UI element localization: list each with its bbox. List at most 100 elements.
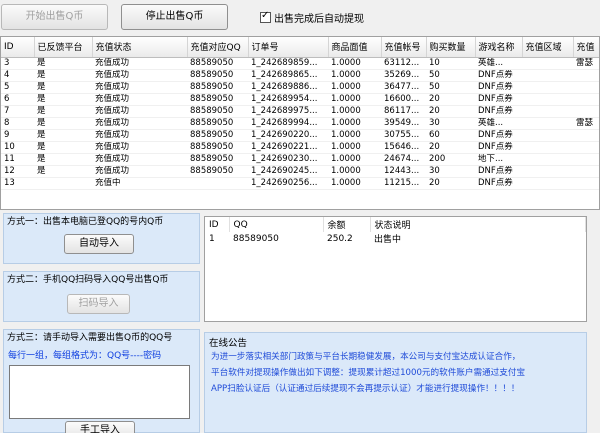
table-cell <box>573 69 599 82</box>
orders-column-header[interactable]: 购买数量 <box>426 37 476 58</box>
table-cell <box>522 129 573 142</box>
orders-column-header[interactable]: 充值帐号 <box>381 37 427 58</box>
table-cell: 1.0000 <box>328 117 381 130</box>
table-row[interactable]: 4 是充值成功 88589050 1_242689865... 1.0000 35269.… <box>1 69 599 82</box>
table-row[interactable]: 13 充值中 1_242690256... 1.0000 11215... 20 DNF点券 <box>1 177 599 190</box>
scan-import-button[interactable]: 扫码导入 <box>67 294 130 314</box>
table-row[interactable]: 5 是充值成功 88589050 1_242689886... 1.0000 36477.… <box>1 81 599 94</box>
orders-column-header[interactable]: 充值状态 <box>92 37 188 58</box>
table-row[interactable]: 8 是充值成功 88589050 1_242689994... 1.0000 39549.… <box>1 117 599 130</box>
orders-column-header[interactable]: 商品面值 <box>328 37 382 58</box>
table-cell: DNF点券 <box>475 141 522 154</box>
online-notice-panel: 在线公告 为进一步落实相关部门政策与平台长期稳健发展，本公司与支付宝达成认证合作… <box>204 332 587 433</box>
table-cell: DNF点券 <box>475 105 522 118</box>
start-selling-button[interactable]: 开始出售Q币 <box>1 4 108 30</box>
table-cell: DNF点券 <box>475 177 522 190</box>
table-row[interactable]: 3 是充值成功 88589050 1_242689859... 1.0000 63112.… <box>1 57 599 70</box>
table-row[interactable]: 1 88589050 250.2 出售中 <box>205 232 586 246</box>
qq-column-header[interactable]: QQ <box>229 217 324 232</box>
qq-password-textarea[interactable] <box>9 365 190 419</box>
qq-column-header[interactable]: 状态说明 <box>370 217 586 232</box>
table-cell: 39549... <box>381 117 426 130</box>
table-cell: 是 <box>34 153 92 166</box>
table-cell: 88589050 <box>187 141 248 154</box>
notice-title: 在线公告 <box>209 335 248 349</box>
table-cell: 充值成功 <box>92 153 187 166</box>
method2-title: 方式二：手机QQ扫码导入QQ号出售Q币 <box>5 272 171 285</box>
table-cell: 1_242689859... <box>248 57 328 70</box>
table-cell <box>522 81 573 94</box>
table-cell: DNF点券 <box>475 69 522 82</box>
table-cell: DNF点券 <box>475 81 522 94</box>
auto-withdraw-checkbox[interactable]: 出售完成后自动提现 <box>260 10 364 25</box>
table-cell: 出售中 <box>374 235 402 245</box>
table-cell: 86117... <box>381 105 426 118</box>
stop-selling-button[interactable]: 停止出售Q币 <box>121 4 228 30</box>
method3-title: 方式三：请手动导入需要出售Q币的QQ号 <box>5 330 175 343</box>
table-cell: 是 <box>34 93 92 106</box>
orders-column-header[interactable]: 充值 <box>573 37 599 58</box>
table-cell: 9 <box>1 129 34 142</box>
right-panel-edge <box>590 213 600 433</box>
table-cell: 1_242689954... <box>248 93 328 106</box>
qq-header-row: ID QQ 余额 状态说明 <box>205 217 586 232</box>
table-row[interactable]: 10 是充值成功 88589050 1_242690221... 1.0000 15646… <box>1 141 599 154</box>
table-cell: 充值成功 <box>92 69 187 82</box>
table-cell: 1.0000 <box>328 153 381 166</box>
table-cell: 充值成功 <box>92 81 187 94</box>
table-cell: 20 <box>426 105 475 118</box>
table-cell: 88589050 <box>187 93 248 106</box>
toolbar: 开始出售Q币 停止出售Q币 出售完成后自动提现 <box>0 0 600 36</box>
table-cell: 3 <box>1 57 34 70</box>
table-cell: 充值中 <box>92 177 187 190</box>
table-cell: 充值成功 <box>92 129 187 142</box>
table-cell: 15646... <box>381 141 426 154</box>
orders-column-header[interactable]: 订单号 <box>248 37 329 58</box>
orders-column-header[interactable]: 充值对应QQ <box>187 37 249 58</box>
table-cell <box>522 117 573 130</box>
table-cell: 充值成功 <box>92 141 187 154</box>
table-cell: 30 <box>426 117 475 130</box>
table-cell: 充值成功 <box>92 165 187 178</box>
table-cell <box>573 165 599 178</box>
table-cell: 88589050 <box>187 69 248 82</box>
table-cell: 50 <box>426 69 475 82</box>
auto-import-button[interactable]: 自动导入 <box>64 234 134 254</box>
table-row[interactable]: 6 是充值成功 88589050 1_242689954... 1.0000 16600.… <box>1 93 599 106</box>
orders-column-header[interactable]: 已反馈平台 <box>34 37 93 58</box>
table-cell: 1_242690220... <box>248 129 328 142</box>
table-cell: 88589050 <box>187 165 248 178</box>
orders-header-row: ID 已反馈平台 充值状态 充值对应QQ 订单号 商品面值 充值帐号 购买数量 游戏名称 充值区域… <box>1 37 599 58</box>
table-cell: 1.0000 <box>328 57 381 70</box>
orders-column-header[interactable]: 充值区域 <box>522 37 574 58</box>
qq-column-header[interactable]: ID <box>205 217 230 232</box>
checkbox-checked-icon[interactable] <box>260 10 271 23</box>
table-cell: 7 <box>1 105 34 118</box>
notice-text: 为进一步落实相关部门政策与平台长期稳健发展，本公司与支付宝达成认证合作， 平台软… <box>211 349 583 397</box>
table-cell: 8 <box>1 117 34 130</box>
orders-column-header[interactable]: 游戏名称 <box>475 37 523 58</box>
table-cell: 是 <box>34 57 92 70</box>
qq-column-header[interactable]: 余额 <box>323 217 371 232</box>
table-cell: 充值成功 <box>92 117 187 130</box>
table-cell <box>573 153 599 166</box>
manual-import-button[interactable]: 手工导入 <box>65 421 135 433</box>
table-cell: 英雄... <box>475 117 522 130</box>
table-cell: 1.0000 <box>328 165 381 178</box>
table-row[interactable]: 9 是充值成功 88589050 1_242690220... 1.0000 30755.… <box>1 129 599 142</box>
table-cell: 雷瑟 <box>573 57 599 70</box>
notice-line: 平台软件对提现操作做出如下调整：提现累计超过1000元的软件账户需通过支付宝 <box>211 368 526 378</box>
method1-title: 方式一：出售本电脑已登QQ的号内Q币 <box>5 214 166 227</box>
orders-column-header[interactable]: ID <box>1 37 35 58</box>
table-cell: 1_242689886... <box>248 81 328 94</box>
table-cell: 5 <box>1 81 34 94</box>
table-cell: 雷瑟 <box>573 117 599 130</box>
table-cell: 1_242690256... <box>248 177 328 190</box>
table-row[interactable]: 11 是充值成功 88589050 1_242690230... 1.0000 24674… <box>1 153 599 166</box>
table-cell: 充值成功 <box>92 57 187 70</box>
table-cell: 20 <box>426 177 475 190</box>
table-cell: 20 <box>426 93 475 106</box>
table-row[interactable]: 7 是充值成功 88589050 1_242689975... 1.0000 86117.… <box>1 105 599 118</box>
table-cell: 是 <box>34 81 92 94</box>
table-row[interactable]: 12 是充值成功 88589050 1_242690245... 1.0000 12443… <box>1 165 599 178</box>
